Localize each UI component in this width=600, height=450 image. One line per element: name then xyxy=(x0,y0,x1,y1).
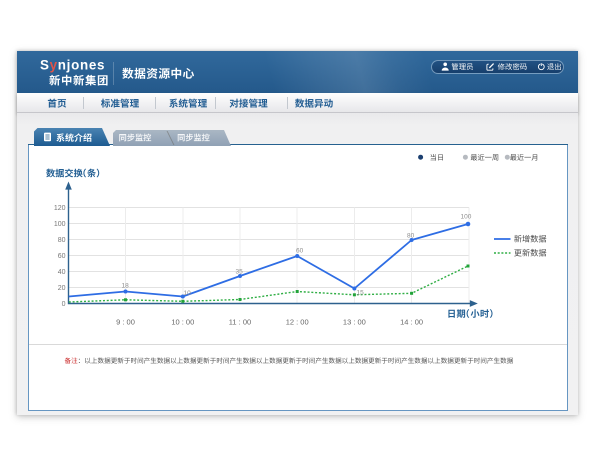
svg-text:120: 120 xyxy=(54,205,66,212)
svg-text:20: 20 xyxy=(58,285,66,292)
svg-text:100: 100 xyxy=(54,221,66,228)
svg-text:9 : 00: 9 : 00 xyxy=(116,318,135,327)
svg-text:18: 18 xyxy=(122,283,130,290)
svg-text:11 : 00: 11 : 00 xyxy=(229,318,251,327)
svg-text:15: 15 xyxy=(357,290,365,297)
svg-text:35: 35 xyxy=(236,269,244,276)
svg-text:10: 10 xyxy=(184,290,192,297)
svg-text:40: 40 xyxy=(58,269,66,276)
svg-text:80: 80 xyxy=(407,233,415,240)
svg-text:60: 60 xyxy=(58,253,66,260)
svg-text:60: 60 xyxy=(296,248,304,255)
svg-text:0: 0 xyxy=(62,301,66,308)
svg-text:Synjones: Synjones xyxy=(40,58,105,73)
svg-text:13 : 00: 13 : 00 xyxy=(343,318,366,327)
svg-text:14 : 00: 14 : 00 xyxy=(400,318,423,327)
svg-text:100: 100 xyxy=(461,214,472,221)
svg-text:10 : 00: 10 : 00 xyxy=(171,318,194,327)
svg-text:80: 80 xyxy=(58,237,66,244)
svg-text:12 : 00: 12 : 00 xyxy=(286,318,309,327)
